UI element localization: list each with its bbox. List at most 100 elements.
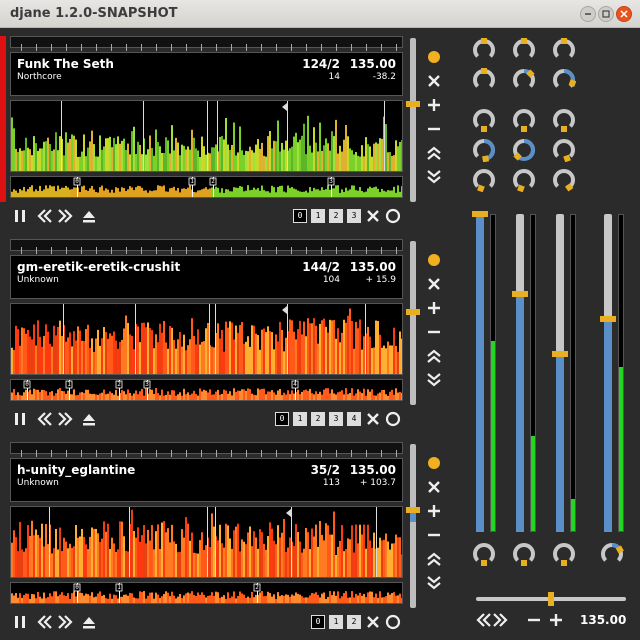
cue-button-0[interactable]: 0 (293, 209, 307, 223)
cue-button-1[interactable]: 1 (311, 209, 325, 223)
nudge-down-button[interactable] (424, 370, 444, 390)
eq-knob-r3-c1[interactable] (472, 108, 496, 132)
fader-thumb[interactable] (472, 211, 488, 217)
loop-button[interactable] (384, 612, 402, 632)
nudge-up-button[interactable] (424, 549, 444, 569)
pause-button[interactable] (12, 206, 30, 226)
pause-button[interactable] (12, 409, 30, 429)
beat-ruler[interactable] (10, 239, 403, 254)
nudge-down-button[interactable] (424, 573, 444, 593)
clear-cue-button[interactable] (364, 206, 382, 226)
eq-knob-r5-c2[interactable] (512, 168, 536, 193)
waveform-display[interactable] (10, 100, 403, 172)
pitch-up-button[interactable] (424, 95, 444, 115)
eq-knob-r4-c1[interactable] (472, 138, 496, 163)
cue-button-2[interactable]: 2 (311, 412, 325, 426)
channel-fader-4[interactable] (600, 214, 616, 532)
eq-knob-r1-c2[interactable] (512, 38, 536, 62)
cue-button-1[interactable]: 1 (293, 412, 307, 426)
fast-forward-button[interactable] (56, 612, 74, 632)
rewind-button[interactable] (36, 206, 54, 226)
pitch-up-button[interactable] (424, 501, 444, 521)
fast-forward-button[interactable] (56, 206, 74, 226)
clear-cue-button[interactable] (364, 612, 382, 632)
reset-pitch-button[interactable] (424, 274, 444, 294)
minimize-button[interactable] (580, 6, 596, 22)
fader-thumb[interactable] (512, 291, 528, 297)
eq-knob-r4-c3[interactable] (552, 138, 576, 163)
cue-button-4[interactable]: 4 (347, 412, 361, 426)
cue-button-3[interactable]: 3 (347, 209, 361, 223)
fast-forward-button[interactable] (56, 409, 74, 429)
clear-cue-button[interactable] (364, 409, 382, 429)
eq-knob-r5-c3[interactable] (552, 168, 576, 192)
gain-knob-1[interactable] (472, 542, 496, 566)
fader-thumb[interactable] (600, 316, 616, 322)
pitch-slider[interactable] (406, 241, 420, 405)
cue-button-2[interactable]: 2 (347, 615, 361, 629)
gain-knob-2[interactable] (512, 542, 536, 566)
gain-knob-4[interactable] (600, 542, 624, 566)
waveform-display[interactable] (10, 303, 403, 375)
vu-level (531, 436, 535, 531)
pitch-down-button[interactable] (424, 322, 444, 342)
cue-button-0[interactable]: 0 (311, 615, 325, 629)
maximize-button[interactable] (598, 6, 614, 22)
pitch-up-button[interactable] (424, 298, 444, 318)
nudge-up-button[interactable] (424, 346, 444, 366)
rewind-button[interactable] (36, 612, 54, 632)
eject-button[interactable] (80, 206, 98, 226)
pitch-slider[interactable] (406, 38, 420, 202)
crossfader[interactable] (476, 592, 626, 606)
master-tempo-down-button[interactable] (524, 610, 544, 630)
pitch-down-button[interactable] (424, 119, 444, 139)
eq-knob-r3-c3[interactable] (552, 108, 576, 132)
beat-ruler[interactable] (10, 36, 403, 51)
gain-knob-3[interactable] (552, 542, 576, 566)
channel-fader-2[interactable] (512, 214, 528, 532)
beat-ruler[interactable] (10, 442, 403, 457)
cue-button-2[interactable]: 2 (329, 209, 343, 223)
eq-knob-r2-c2[interactable] (512, 68, 536, 92)
pause-button[interactable] (12, 612, 30, 632)
eject-button[interactable] (80, 409, 98, 429)
eq-knob-r4-c2[interactable] (512, 138, 536, 162)
eq-knob-r1-c1[interactable] (472, 38, 496, 62)
sync-button[interactable] (424, 47, 444, 67)
eq-knob-r2-c1[interactable] (472, 68, 496, 92)
cue-button-3[interactable]: 3 (329, 412, 343, 426)
master-tempo-up-button[interactable] (546, 610, 566, 630)
loop-button[interactable] (384, 409, 402, 429)
reset-pitch-button[interactable] (424, 477, 444, 497)
close-window-button[interactable] (616, 6, 632, 22)
track-overview[interactable]: 0 1 2 3 (10, 176, 403, 198)
pitch-slider[interactable] (406, 444, 420, 608)
master-forward-button[interactable] (490, 610, 510, 630)
waveform-display[interactable] (10, 506, 403, 578)
pitch-slider-thumb[interactable] (406, 101, 420, 107)
eq-knob-r5-c1[interactable] (472, 168, 496, 193)
eq-knob-r1-c3[interactable] (552, 38, 576, 62)
channel-fader-1[interactable] (472, 211, 488, 532)
nudge-up-button[interactable] (424, 143, 444, 163)
track-overview[interactable]: 0 1 2 3 4 (10, 379, 403, 401)
sync-button[interactable] (424, 250, 444, 270)
nudge-down-button[interactable] (424, 167, 444, 187)
fader-thumb[interactable] (552, 351, 568, 357)
eject-button[interactable] (80, 612, 98, 632)
crossfader-thumb[interactable] (548, 592, 554, 606)
pitch-slider-thumb[interactable] (406, 309, 420, 315)
eq-knob-r3-c2[interactable] (512, 108, 536, 132)
channel-fader-3[interactable] (552, 214, 568, 532)
rewind-button[interactable] (36, 409, 54, 429)
loop-button[interactable] (384, 206, 402, 226)
pitch-down-button[interactable] (424, 525, 444, 545)
cue-button-1[interactable]: 1 (329, 615, 343, 629)
reset-pitch-button[interactable] (424, 71, 444, 91)
eq-knob-r2-c3[interactable] (552, 68, 577, 92)
track-overview[interactable]: 0 1 2 (10, 582, 403, 604)
cue-button-0[interactable]: 0 (275, 412, 289, 426)
fader-fill (604, 319, 612, 532)
minimize-icon (585, 13, 591, 15)
sync-button[interactable] (424, 453, 444, 473)
